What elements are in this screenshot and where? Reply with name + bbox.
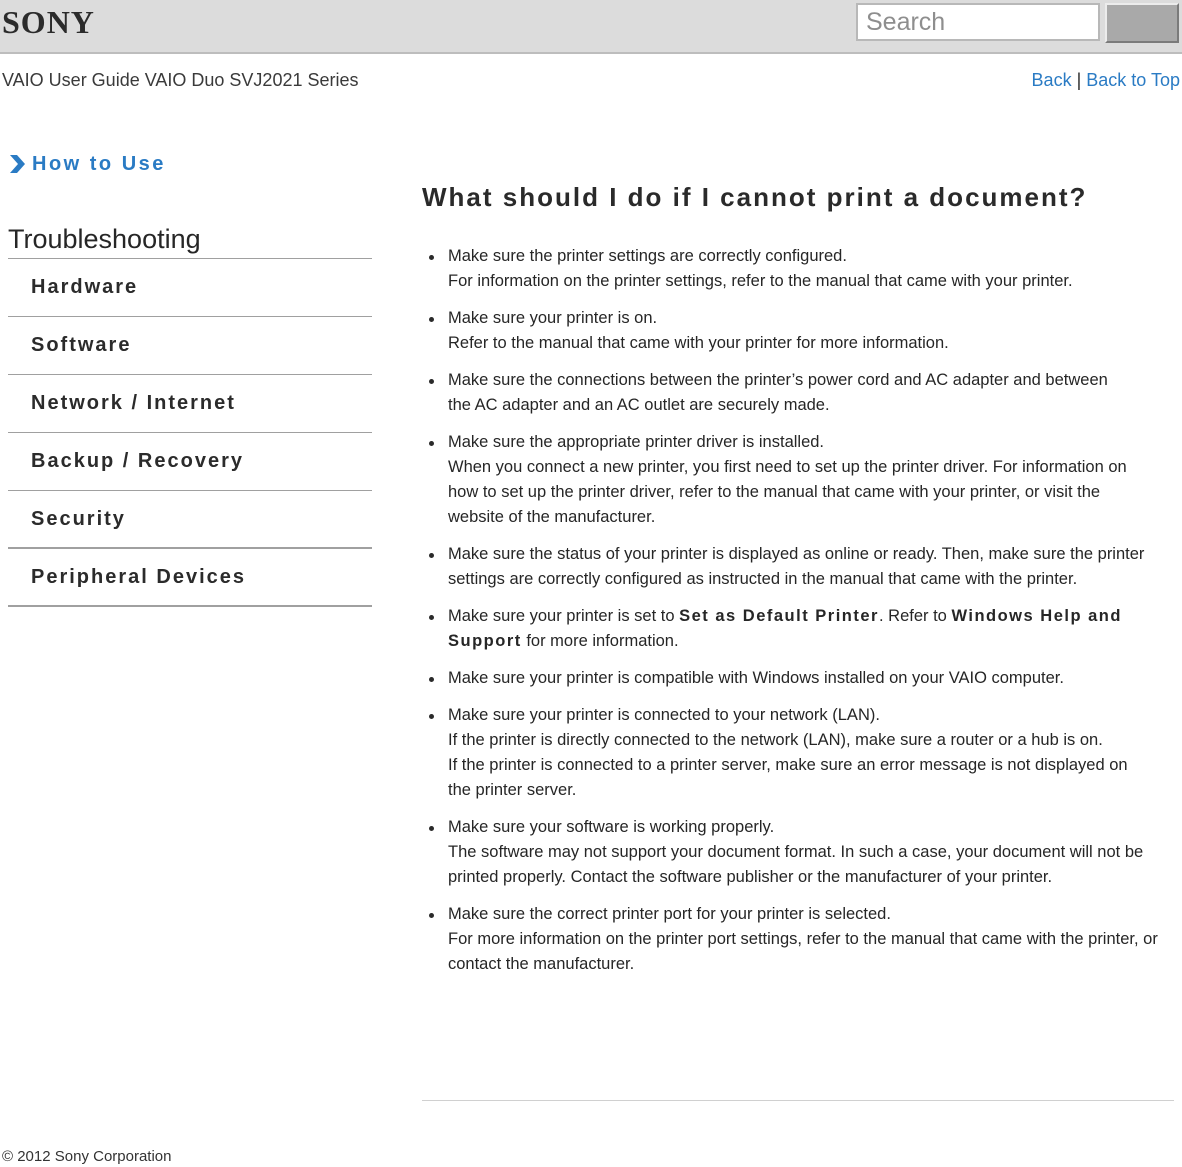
tip-detail: When you connect a new printer, you firs…: [448, 458, 1127, 526]
tip-text: Make sure the status of your printer is …: [448, 545, 1145, 588]
copyright: © 2012 Sony Corporation: [2, 1148, 172, 1165]
list-item: Make sure the printer settings are corre…: [422, 244, 1174, 294]
list-item: Make sure the status of your printer is …: [422, 542, 1174, 592]
chevron-right-icon: [10, 155, 25, 173]
tip-text: Make sure the correct printer port for y…: [448, 905, 891, 923]
list-item: Make sure your printer is connected to y…: [422, 703, 1174, 803]
list-item: Make sure the connections between the pr…: [422, 368, 1174, 418]
tip-detail: For information on the printer settings,…: [448, 272, 1073, 290]
back-to-top-link[interactable]: Back to Top: [1086, 70, 1180, 90]
guide-title: VAIO User Guide VAIO Duo SVJ2021 Series: [2, 70, 359, 90]
ui-term-set-as-default-printer: Set as Default Printer: [679, 607, 879, 625]
list-item: Make sure your printer is compatible wit…: [422, 666, 1174, 691]
section-title: Troubleshooting: [8, 224, 372, 259]
content-divider: [422, 1100, 1174, 1101]
link-separator: |: [1076, 70, 1082, 90]
sidebar-item-label: Peripheral Devices: [31, 565, 246, 588]
sidebar-item-label: Security: [31, 507, 126, 530]
tip-text: Make sure your printer is set to Set as …: [448, 604, 1154, 654]
tip-text: Make sure your printer is compatible wit…: [448, 669, 1064, 687]
sidebar-item-network-internet[interactable]: Network / Internet: [8, 375, 372, 433]
sidebar-item-software[interactable]: Software: [8, 317, 372, 375]
list-item: Make sure your software is working prope…: [422, 815, 1174, 890]
sidebar-item-hardware[interactable]: Hardware: [8, 259, 372, 317]
tip-detail: For more information on the printer port…: [448, 930, 1158, 973]
tip-text: Make sure the printer settings are corre…: [448, 247, 847, 265]
list-item: Make sure your printer is on. Refer to t…: [422, 306, 1174, 356]
tip-text: Make sure the appropriate printer driver…: [448, 433, 825, 451]
list-item: Make sure the appropriate printer driver…: [422, 430, 1174, 530]
sidebar-item-security[interactable]: Security: [8, 491, 372, 549]
tip-detail: If the printer is directly connected to …: [448, 731, 1103, 749]
sidebar-item-label: Software: [31, 334, 132, 356]
tip-detail: If the printer is connected to a printer…: [448, 756, 1128, 799]
how-to-use-link[interactable]: How to Use: [8, 150, 372, 178]
tip-text: Make sure the connections between the pr…: [448, 371, 1108, 414]
back-link[interactable]: Back: [1032, 70, 1072, 90]
tip-detail: The software may not support your docume…: [448, 843, 1144, 886]
tip-text: Make sure your printer is on.: [448, 309, 658, 327]
tip-text: Make sure your printer is connected to y…: [448, 706, 880, 724]
main-content: What should I do if I cannot print a doc…: [422, 180, 1174, 989]
search-button[interactable]: [1105, 3, 1179, 43]
tip-text: Make sure your software is working prope…: [448, 818, 775, 836]
list-item: Make sure the correct printer port for y…: [422, 902, 1174, 977]
tip-text-mid: . Refer to: [878, 607, 952, 625]
tip-text-post: for more information.: [521, 632, 679, 650]
search-input[interactable]: [856, 3, 1100, 41]
sidebar-item-label: Network / Internet: [31, 392, 236, 414]
how-to-use-label: How to Use: [32, 152, 166, 175]
sidebar-item-label: Hardware: [31, 276, 139, 298]
list-item: Make sure your printer is set to Set as …: [422, 604, 1174, 654]
sidebar-item-peripheral-devices[interactable]: Peripheral Devices: [8, 549, 372, 607]
sony-logo: SONY: [2, 4, 95, 40]
page-title: What should I do if I cannot print a doc…: [422, 182, 1088, 212]
sidebar-item-backup-recovery[interactable]: Backup / Recovery: [8, 433, 372, 491]
tip-detail: Refer to the manual that came with your …: [448, 334, 949, 352]
top-bar: SONY: [0, 0, 1182, 54]
sidebar: How to Use Troubleshooting Hardware Soft…: [8, 150, 372, 607]
tips-list: Make sure the printer settings are corre…: [422, 244, 1174, 977]
tip-text-pre: Make sure your printer is set to: [448, 607, 680, 625]
page-nav-links: Back | Back to Top: [1032, 70, 1180, 91]
sidebar-item-label: Backup / Recovery: [31, 450, 244, 472]
